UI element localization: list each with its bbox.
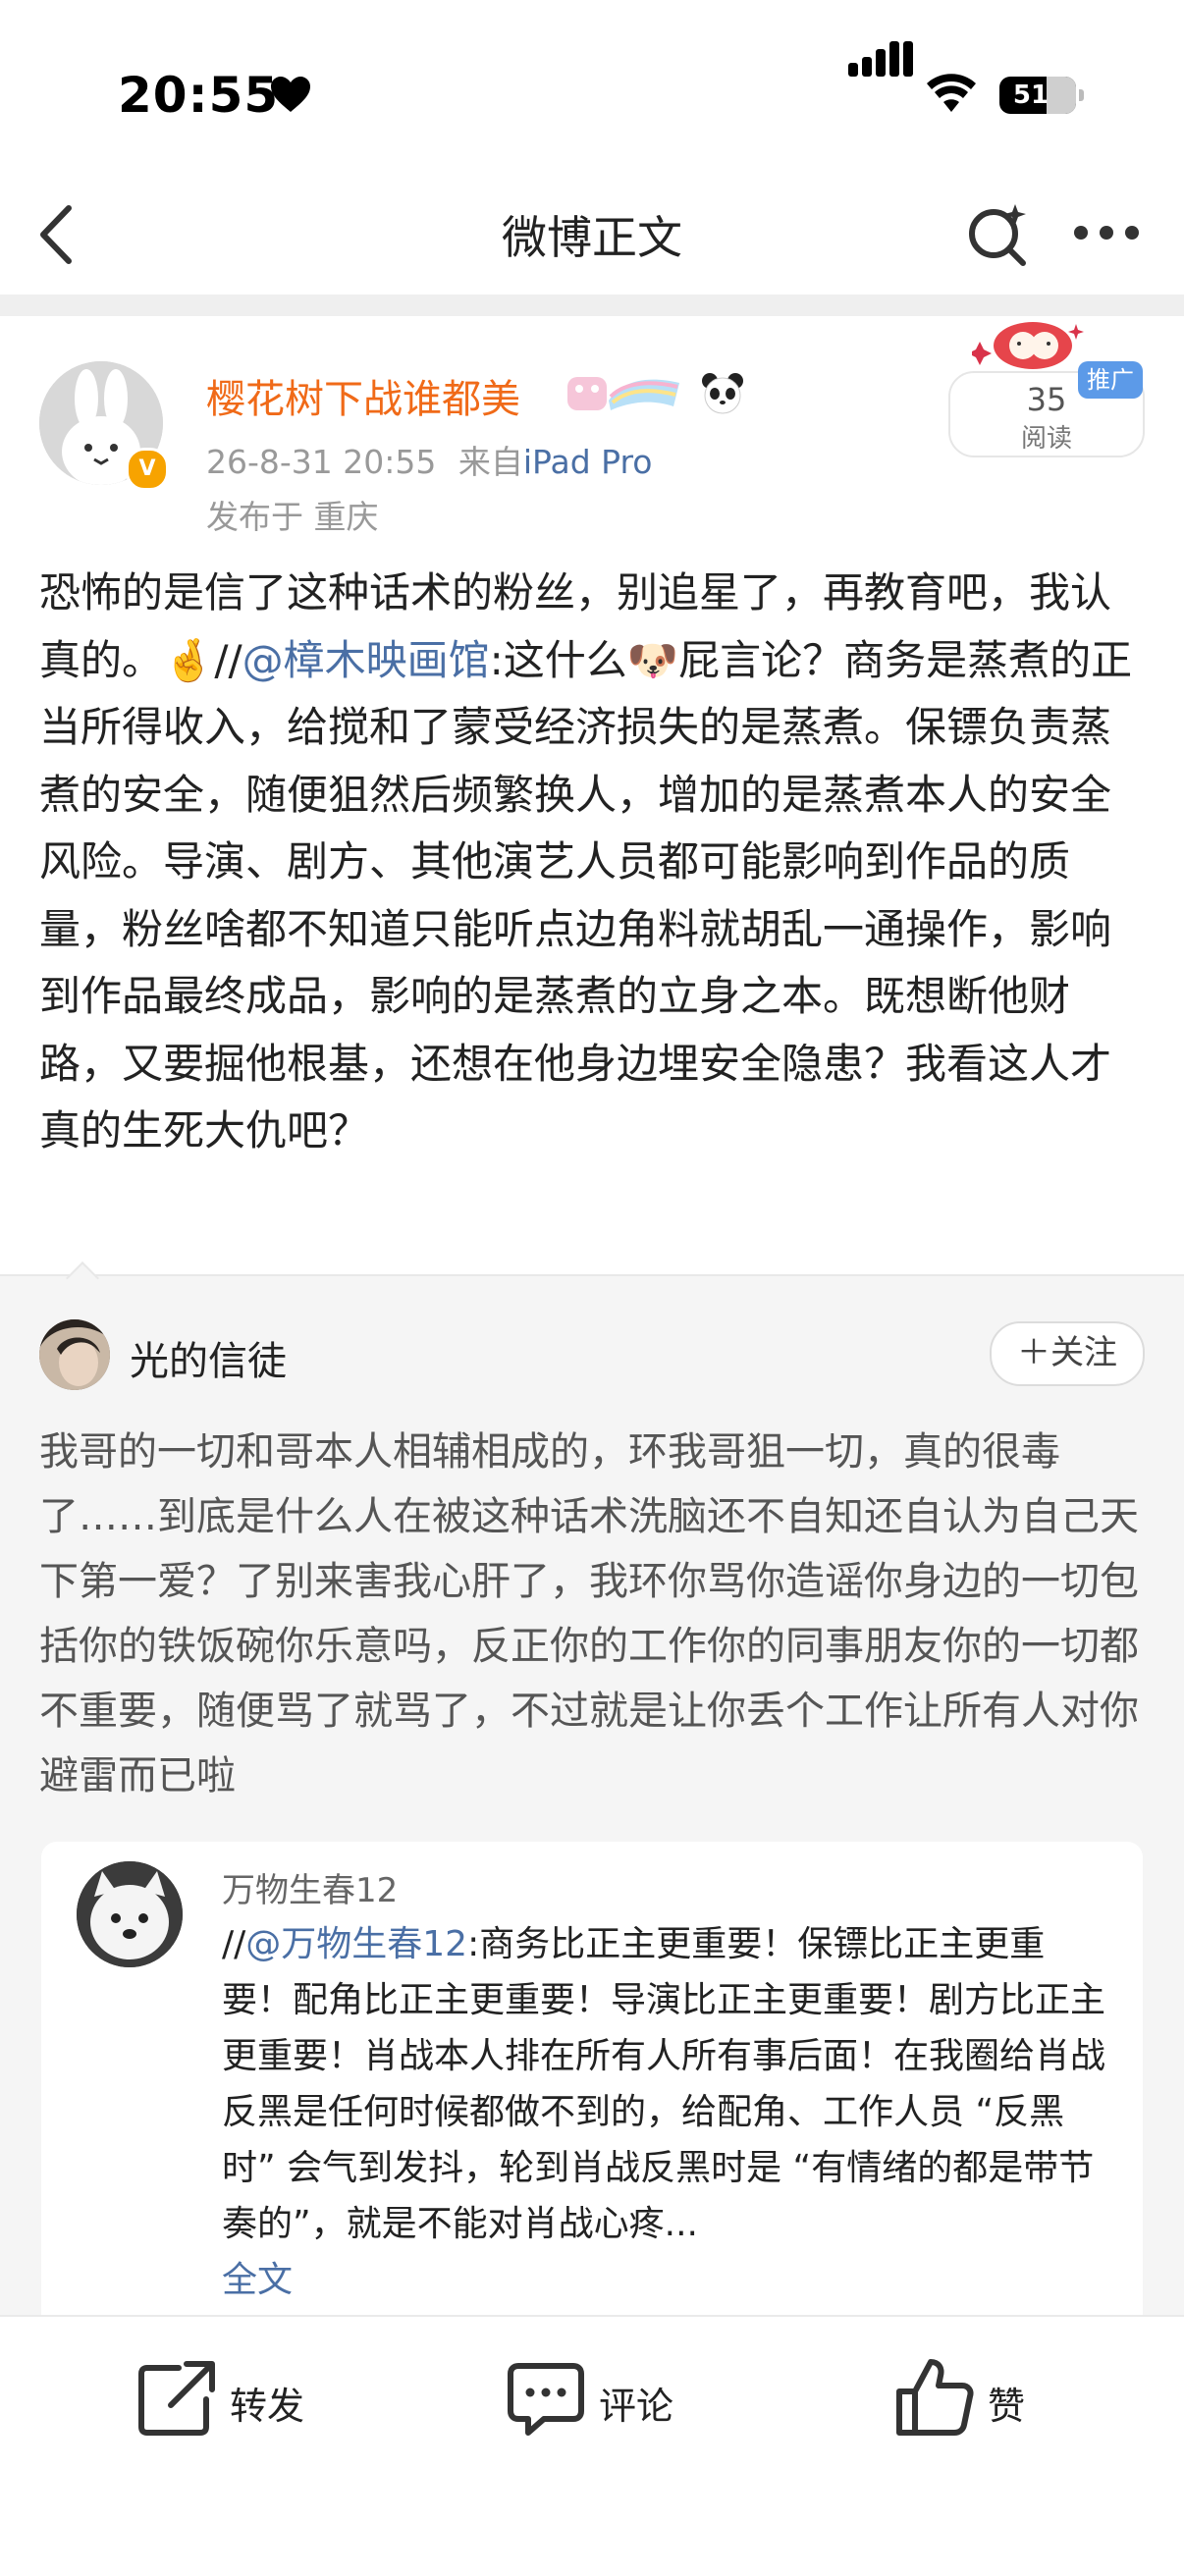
quote-body: :商务比正主更重要！保镖比正主更重要！配角比正主更重要！导演比正主更重要！剧方比… — [222, 1924, 1106, 2244]
thread-divider — [0, 1274, 1184, 1276]
quoted-author-name[interactable]: 万物生春12 — [222, 1863, 398, 1911]
quoted-post-card[interactable]: 万物生春12 //@万物生春12:商务比正主更重要！保镖比正主更重要！配角比正主… — [41, 1842, 1143, 2315]
status-time: 20:55 — [118, 67, 280, 124]
dog-avatar-icon — [77, 1861, 183, 1967]
post-source[interactable]: iPad Pro — [523, 443, 653, 481]
share-icon — [138, 2361, 215, 2436]
post-time: 26-8-31 20:55 — [206, 443, 437, 481]
author-name[interactable]: 樱花树下战谁都美 — [206, 367, 520, 424]
full-text-link[interactable]: 全文 — [222, 2260, 293, 2300]
quote-prefix: // — [222, 1924, 246, 1964]
post-location: 发布于 重庆 — [206, 498, 379, 536]
repost-prefix: // — [214, 635, 242, 684]
wifi-icon — [927, 74, 976, 112]
section-divider — [0, 295, 1184, 316]
mention-link[interactable]: @樟木映画馆 — [242, 636, 490, 684]
heart-icon — [271, 77, 310, 112]
original-post-text: 我哥的一切和哥本人相辅相成的，环我哥狙一切，真的很毒了……到底是什么人在被这种话… — [39, 1429, 1139, 1798]
read-label: 阅读 — [1020, 424, 1072, 454]
quoted-author-avatar[interactable] — [77, 1861, 183, 1967]
battery-icon: 51 — [999, 77, 1084, 114]
post-text-part2: :这什么 — [489, 635, 627, 684]
promo-badge[interactable]: 推广 — [1078, 361, 1143, 399]
promo-decoration-icon — [972, 322, 1084, 369]
panda-icon — [702, 373, 744, 414]
battery-level: 51 — [1012, 80, 1049, 110]
follow-button[interactable]: ＋关注 — [990, 1321, 1145, 1386]
like-label: 赞 — [988, 2385, 1026, 2428]
bottom-toolbar: 转发 评论 赞 — [0, 2315, 1184, 2576]
quote-mention-link[interactable]: @万物生春12 — [245, 1924, 467, 1964]
comment-icon — [508, 2363, 584, 2436]
dog-emoji: 🐶 — [626, 635, 679, 684]
finger-heart-emoji: 🤞 — [163, 635, 215, 684]
source-prefix: 来自 — [457, 443, 523, 481]
search-icon[interactable] — [964, 200, 1033, 269]
thumbs-up-icon — [896, 2359, 974, 2436]
post-text: 恐怖的是信了这种话术的粉丝，别追星了，再教育吧，我认真的。🤞//@樟木映画馆:这… — [39, 560, 1149, 1165]
verified-badge: V — [126, 448, 169, 491]
commenter-avatar[interactable] — [39, 1319, 110, 1390]
quoted-post-text: //@万物生春12:商务比正主更重要！保镖比正主更重要！配角比正主更重要！导演比… — [222, 1916, 1115, 2308]
more-icon[interactable] — [1074, 222, 1143, 245]
post-text-part3: 屁言论？商务是蒸煮的正当所得收入，给搅和了蒙受经济损失的是蒸煮。保镖负责蒸煮的安… — [39, 635, 1133, 1155]
comment-label: 评论 — [599, 2385, 674, 2428]
person-avatar-icon — [39, 1319, 110, 1390]
status-bar: 20:55 51 — [0, 0, 1184, 187]
commenter-name[interactable]: 光的信徒 — [130, 1329, 287, 1386]
nav-bar: 微博正文 — [0, 187, 1184, 295]
rainbow-badge-icon — [567, 377, 679, 410]
post-meta: 26-8-31 20:55 来自iPad Pro — [206, 436, 653, 483]
user-badges — [565, 371, 745, 418]
repost-label: 转发 — [230, 2385, 305, 2428]
